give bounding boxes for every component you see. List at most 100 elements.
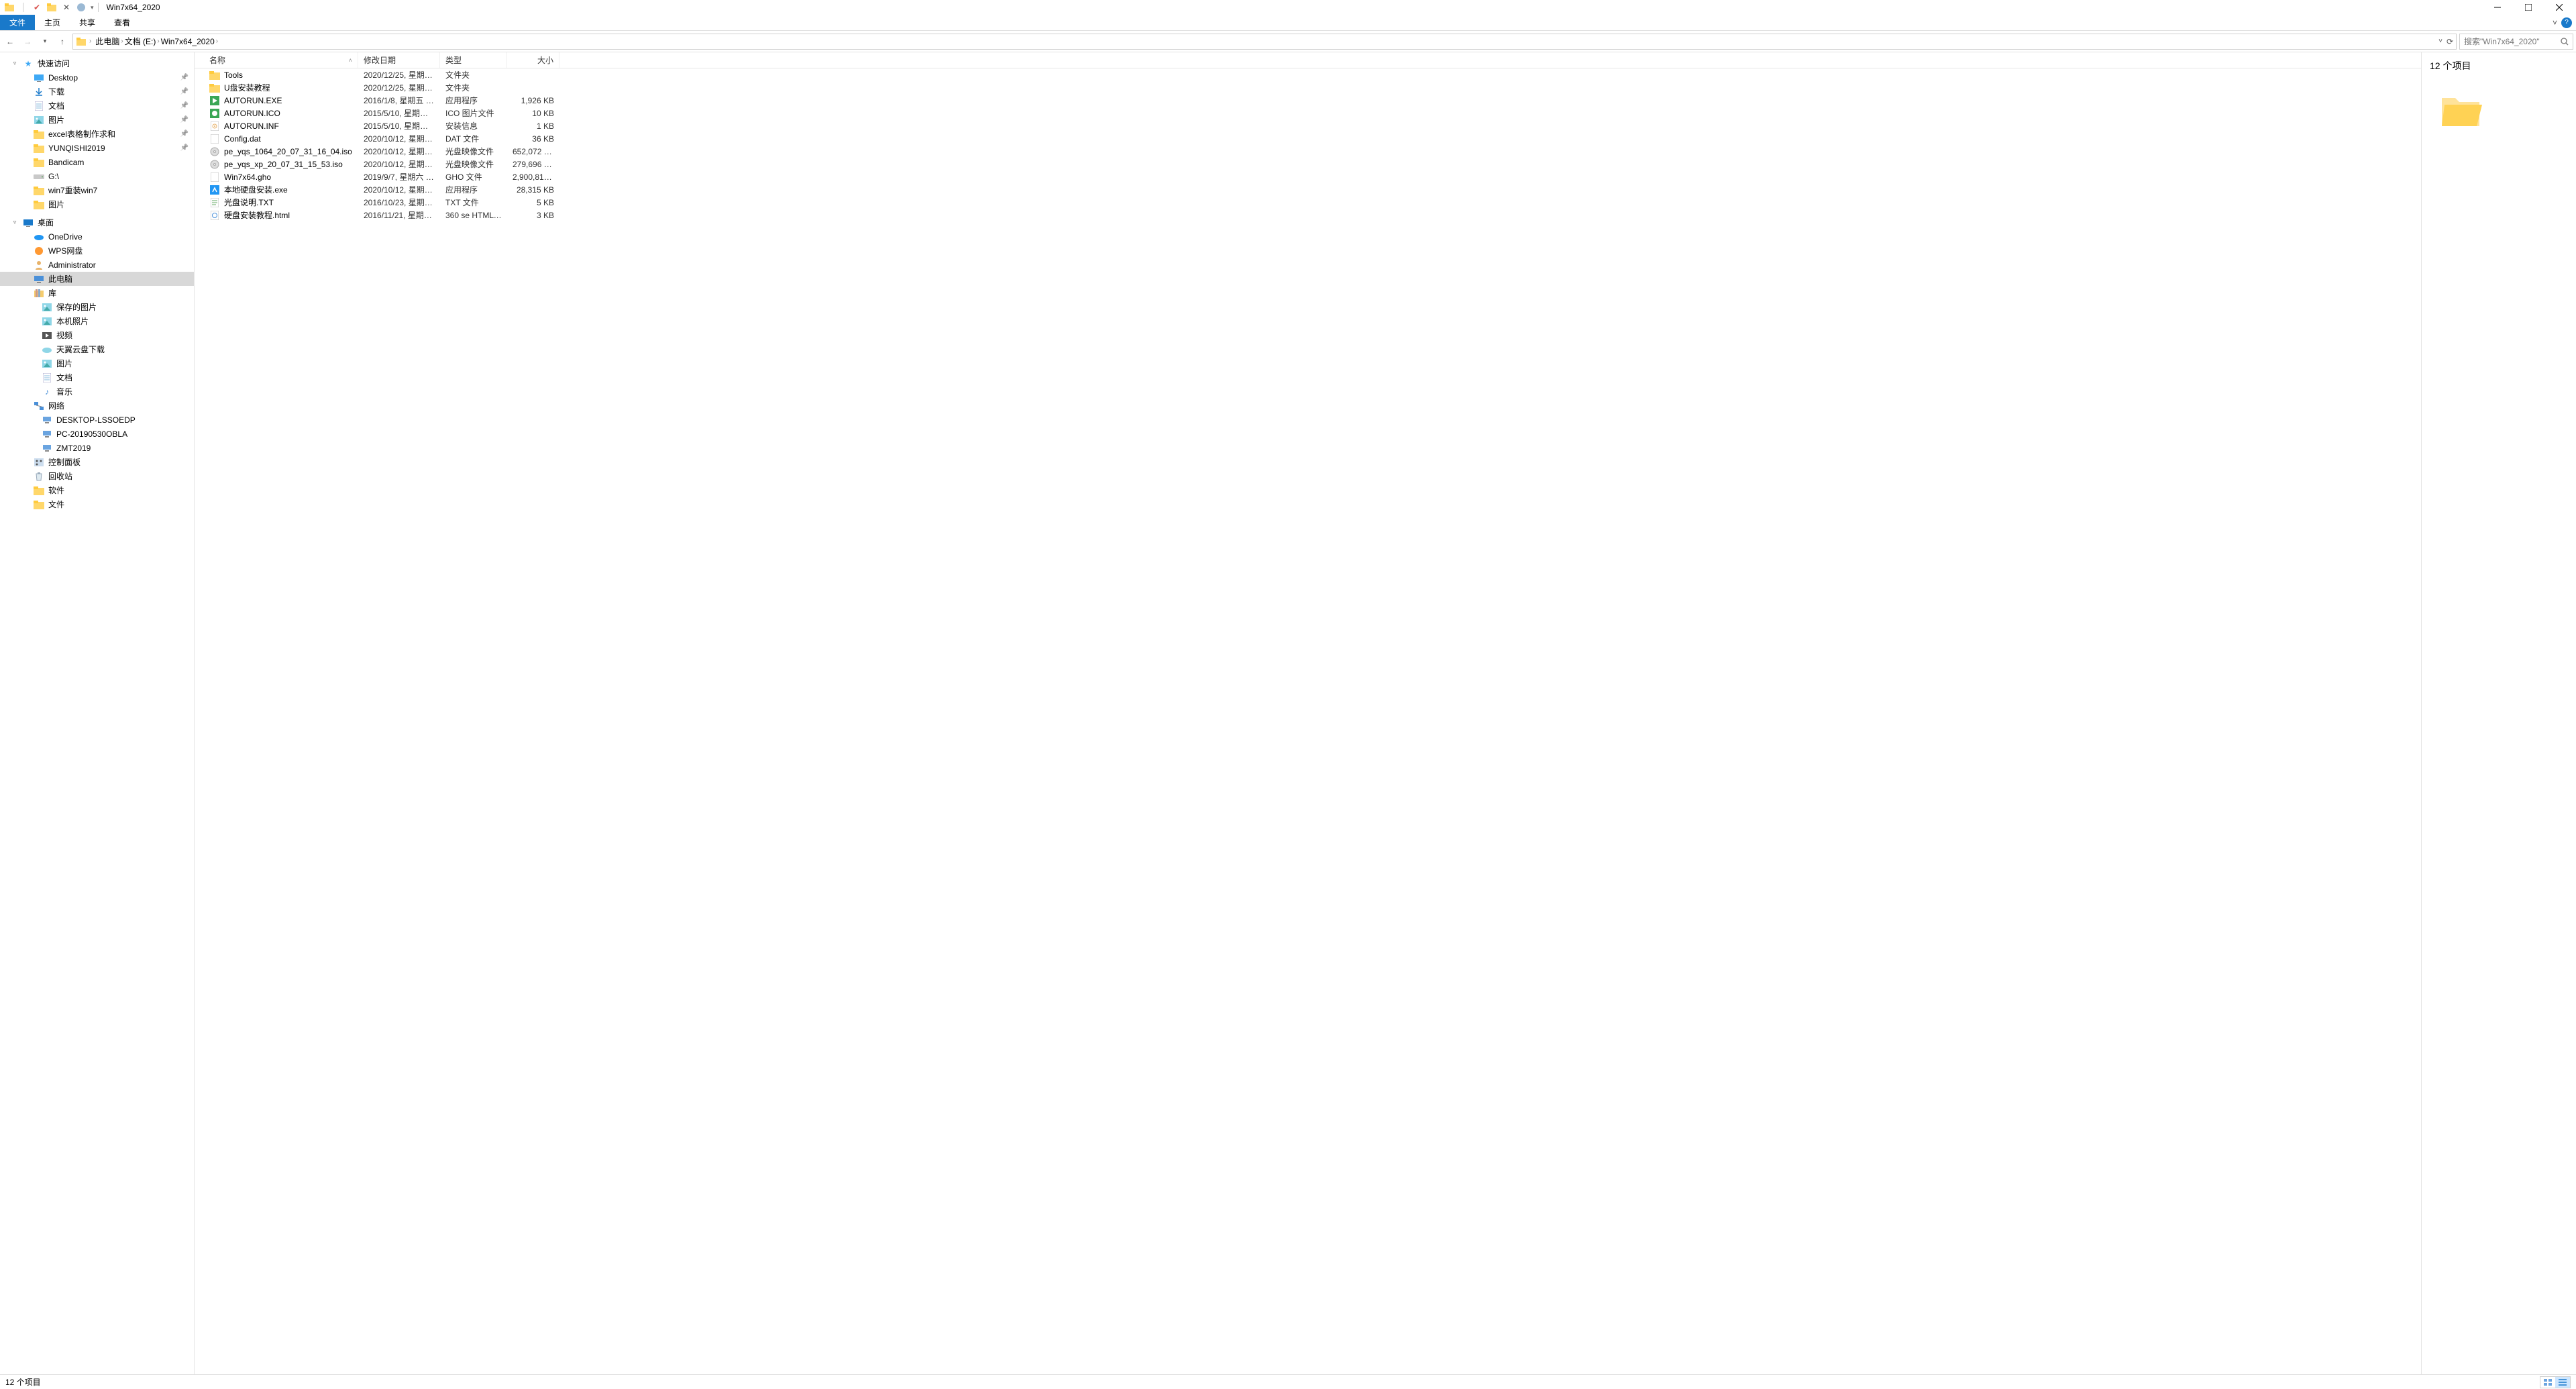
qat-check-icon[interactable]: ✔ xyxy=(32,2,42,13)
breadcrumb-item[interactable]: 文档 (E:) xyxy=(123,36,158,47)
refresh-icon[interactable]: ⟳ xyxy=(2447,37,2453,46)
breadcrumb-chevron-icon[interactable]: › xyxy=(216,38,218,45)
qat-folder2-icon[interactable] xyxy=(46,2,57,13)
column-headers: 名称 ˄ 修改日期 类型 大小 xyxy=(195,52,2421,68)
qat-close-icon[interactable]: ✕ xyxy=(61,2,72,13)
file-row[interactable]: Config.dat2020/10/12, 星期一 1...DAT 文件36 K… xyxy=(195,132,2421,145)
close-button[interactable] xyxy=(2544,0,2575,15)
download-icon xyxy=(34,87,44,97)
file-name: AUTORUN.EXE xyxy=(224,96,282,105)
column-date[interactable]: 修改日期 xyxy=(358,52,440,68)
ribbon-tab[interactable]: 共享 xyxy=(70,15,105,30)
breadcrumb-root-chevron[interactable]: › xyxy=(89,38,91,45)
back-button[interactable]: ← xyxy=(3,34,17,49)
tree-item[interactable]: Desktop📌 xyxy=(0,70,194,85)
ribbon-expand-icon[interactable]: ˅ xyxy=(2553,18,2557,28)
qat-folder-icon[interactable] xyxy=(4,2,15,13)
address-dropdown-icon[interactable]: ˅ xyxy=(2438,38,2443,45)
file-row[interactable]: pe_yqs_1064_20_07_31_16_04.iso2020/10/12… xyxy=(195,145,2421,158)
file-row[interactable]: U盘安装教程2020/12/25, 星期五 1...文件夹 xyxy=(195,81,2421,94)
ribbon-tab[interactable]: 查看 xyxy=(105,15,140,30)
tree-item[interactable]: 文件 xyxy=(0,497,194,511)
tree-item[interactable]: 库 xyxy=(0,286,194,300)
address-bar[interactable]: › 此电脑›文档 (E:)›Win7x64_2020› ˅ ⟳ xyxy=(72,34,2457,50)
exe-blue-icon xyxy=(209,185,220,195)
file-row[interactable]: Tools2020/12/25, 星期五 1...文件夹 xyxy=(195,68,2421,81)
tree-item[interactable]: ♪音乐 xyxy=(0,384,194,399)
qat-chevron-icon[interactable]: ▾ xyxy=(91,4,94,11)
folder-icon xyxy=(34,157,44,168)
tree-item[interactable]: 回收站 xyxy=(0,469,194,483)
breadcrumb-item[interactable]: 此电脑 xyxy=(94,36,121,47)
tree-item[interactable]: ▿★快速访问 xyxy=(0,56,194,70)
file-type: 应用程序 xyxy=(440,184,507,195)
breadcrumb-item[interactable]: Win7x64_2020 xyxy=(160,37,216,46)
tree-item[interactable]: 视频 xyxy=(0,328,194,342)
file-row[interactable]: 本地硬盘安装.exe2020/10/12, 星期一 1...应用程序28,315… xyxy=(195,183,2421,196)
column-size[interactable]: 大小 xyxy=(507,52,559,68)
tree-item[interactable]: 本机照片 xyxy=(0,314,194,328)
tree-item[interactable]: YUNQISHI2019📌 xyxy=(0,141,194,155)
up-button[interactable]: ↑ xyxy=(55,34,70,49)
tree-item[interactable]: ▿桌面 xyxy=(0,215,194,229)
tree-item[interactable]: 图片 xyxy=(0,197,194,211)
file-row[interactable]: AUTORUN.EXE2016/1/8, 星期五 04:...应用程序1,926… xyxy=(195,94,2421,107)
tree-item[interactable]: Bandicam xyxy=(0,155,194,169)
tree-item[interactable]: 此电脑 xyxy=(0,272,194,286)
drive-icon xyxy=(34,171,44,182)
navigation-tree[interactable]: ▿★快速访问Desktop📌下载📌文档📌图片📌excel表格制作求和📌YUNQI… xyxy=(0,52,195,1374)
tree-item[interactable]: Administrator xyxy=(0,258,194,272)
ribbon-tab[interactable]: 主页 xyxy=(35,15,70,30)
file-row[interactable]: 光盘说明.TXT2016/10/23, 星期日 0...TXT 文件5 KB xyxy=(195,196,2421,209)
file-size: 5 KB xyxy=(507,198,559,207)
tree-item[interactable]: 图片 xyxy=(0,356,194,370)
tree-item[interactable]: ZMT2019 xyxy=(0,441,194,455)
file-type: 安装信息 xyxy=(440,120,507,132)
tree-item[interactable]: win7重装win7 xyxy=(0,183,194,197)
tree-item[interactable]: 文档📌 xyxy=(0,99,194,113)
search-icon[interactable] xyxy=(2561,38,2569,46)
tree-item[interactable]: 文档 xyxy=(0,370,194,384)
tree-item[interactable]: WPS网盘 xyxy=(0,244,194,258)
minimize-button[interactable] xyxy=(2482,0,2513,15)
tree-item[interactable]: 控制面板 xyxy=(0,455,194,469)
maximize-button[interactable] xyxy=(2513,0,2544,15)
file-row[interactable]: AUTORUN.INF2015/5/10, 星期日 02...安装信息1 KB xyxy=(195,119,2421,132)
column-type[interactable]: 类型 xyxy=(440,52,507,68)
network-icon xyxy=(34,401,44,411)
file-row[interactable]: 硬盘安装教程.html2016/11/21, 星期一 2...360 se HT… xyxy=(195,209,2421,221)
file-size: 10 KB xyxy=(507,109,559,118)
preview-item-count: 12 个项目 xyxy=(2430,59,2568,72)
tree-item[interactable]: DESKTOP-LSSOEDP xyxy=(0,413,194,427)
pc-icon xyxy=(42,443,52,454)
file-row[interactable]: pe_yqs_xp_20_07_31_15_53.iso2020/10/12, … xyxy=(195,158,2421,170)
tree-item[interactable]: excel表格制作求和📌 xyxy=(0,127,194,141)
tree-item-label: 图片 xyxy=(48,114,64,125)
tree-item[interactable]: 网络 xyxy=(0,399,194,413)
tree-item[interactable]: 软件 xyxy=(0,483,194,497)
tree-caret-icon[interactable]: ▿ xyxy=(11,60,19,67)
ribbon-tab-file[interactable]: 文件 xyxy=(0,15,35,30)
file-row[interactable]: Win7x64.gho2019/9/7, 星期六 19:...GHO 文件2,9… xyxy=(195,170,2421,183)
tree-item[interactable]: 保存的图片 xyxy=(0,300,194,314)
view-details-button[interactable] xyxy=(2555,1377,2570,1388)
column-name[interactable]: 名称 ˄ xyxy=(204,52,358,68)
tree-item[interactable]: OneDrive xyxy=(0,229,194,244)
tree-item[interactable]: 图片📌 xyxy=(0,113,194,127)
tree-item[interactable]: G:\ xyxy=(0,169,194,183)
file-date: 2016/1/8, 星期五 04:... xyxy=(358,95,440,106)
tree-caret-icon[interactable]: ▿ xyxy=(11,219,19,226)
recent-locations-button[interactable]: ▾ xyxy=(38,34,52,49)
search-box[interactable] xyxy=(2459,34,2573,50)
title-divider xyxy=(98,3,99,12)
tree-item[interactable]: 下载📌 xyxy=(0,85,194,99)
view-large-icons-button[interactable] xyxy=(2540,1377,2555,1388)
tree-item[interactable]: 天翼云盘下载 xyxy=(0,342,194,356)
tree-item[interactable]: PC-20190530OBLA xyxy=(0,427,194,441)
search-input[interactable] xyxy=(2464,37,2561,46)
qat-app-icon[interactable] xyxy=(76,2,87,13)
file-size: 1,926 KB xyxy=(507,96,559,105)
forward-button[interactable]: → xyxy=(20,34,35,49)
file-row[interactable]: AUTORUN.ICO2015/5/10, 星期日 02...ICO 图片文件1… xyxy=(195,107,2421,119)
help-icon[interactable]: ? xyxy=(2561,17,2572,28)
